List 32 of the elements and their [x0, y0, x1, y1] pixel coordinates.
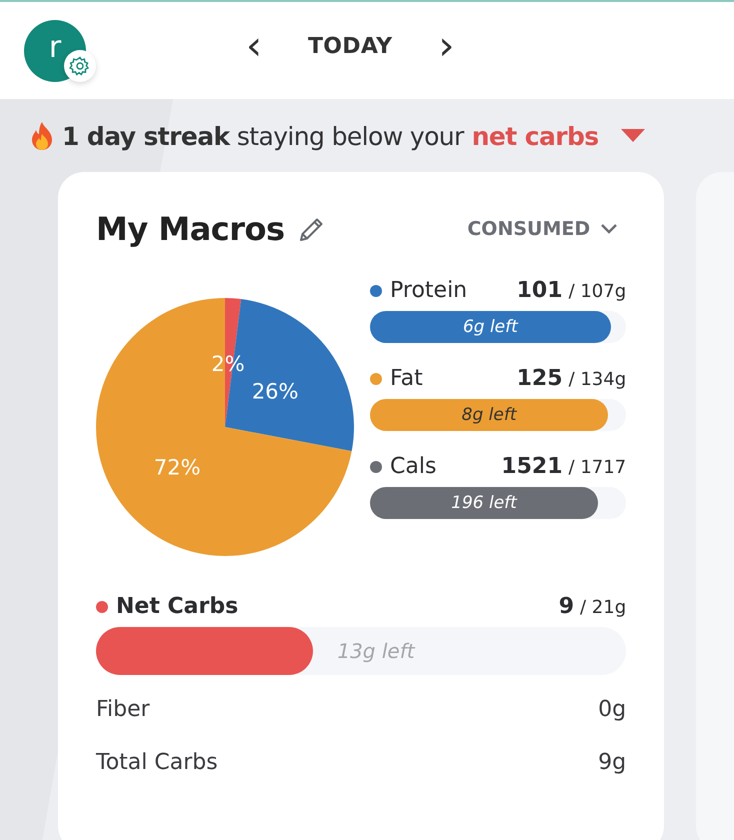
consumed-amount: 9 [558, 594, 574, 619]
consumed-amount: 1521 [501, 454, 563, 479]
detail-label: Total Carbs [96, 750, 218, 775]
remaining-label: 8g left [462, 405, 517, 425]
macro-name: Fat [390, 366, 423, 391]
consumed-amount: 101 [516, 278, 563, 303]
date-title: TODAY [308, 34, 392, 58]
remaining-label: 196 left [451, 493, 517, 513]
mode-dropdown[interactable]: CONSUMED [467, 218, 626, 240]
target-amount: / 21g [580, 597, 626, 618]
detail-value: 9g [598, 750, 626, 775]
chevron-down-icon [600, 223, 618, 235]
target-amount: / 1717 [568, 457, 626, 478]
consumed-amount: 125 [516, 366, 563, 391]
remaining-label: 13g left [337, 639, 415, 663]
slice-label: 26% [252, 380, 298, 404]
flame-icon [30, 121, 54, 151]
previous-day-button[interactable]: ‹ [240, 26, 268, 66]
target-amount: / 134g [568, 369, 626, 390]
target-amount: / 107g [568, 281, 626, 302]
macro-name: Cals [390, 454, 436, 479]
next-day-button[interactable]: › [432, 26, 460, 66]
macro-name: Net Carbs [116, 594, 238, 619]
remaining-label: 6g left [462, 317, 518, 337]
card-title: My Macros [96, 210, 285, 248]
macro-name: Protein [390, 278, 468, 303]
dropdown-icon[interactable] [620, 129, 645, 143]
slice-label: 72% [154, 456, 201, 480]
detail-value: 0g [598, 697, 626, 722]
detail-label: Fiber [96, 697, 150, 722]
net-carbs-link[interactable]: net carbs [472, 122, 599, 150]
streak-message: 1 day streak staying below your [62, 122, 464, 150]
